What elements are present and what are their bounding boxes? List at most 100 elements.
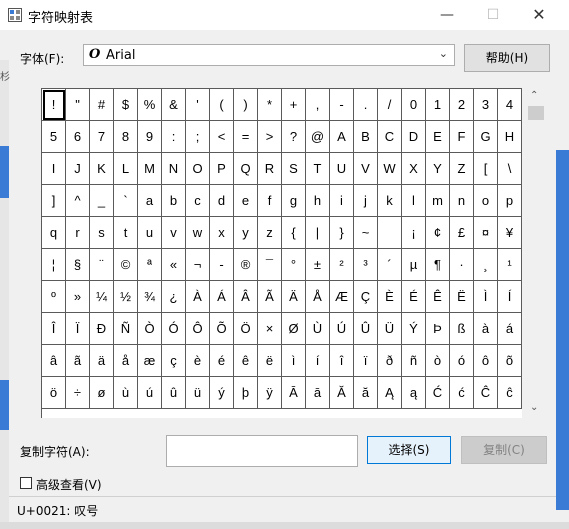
char-cell[interactable]: = (234, 121, 258, 153)
char-cell[interactable]: r (66, 217, 90, 249)
char-cell[interactable]: X (402, 153, 426, 185)
char-cell[interactable]: & (162, 89, 186, 121)
char-cell[interactable]: ? (282, 121, 306, 153)
char-cell[interactable]: " (66, 89, 90, 121)
char-cell[interactable]: â (42, 345, 66, 377)
char-cell[interactable]: ¹ (498, 249, 522, 281)
char-cell[interactable]: ³ (354, 249, 378, 281)
char-cell[interactable]: Ĉ (474, 377, 498, 409)
char-cell[interactable]: - (330, 89, 354, 121)
char-cell[interactable]: ¿ (162, 281, 186, 313)
char-cell[interactable] (378, 217, 402, 249)
char-cell[interactable]: © (114, 249, 138, 281)
char-cell[interactable]: Ü (378, 313, 402, 345)
char-cell[interactable]: w (186, 217, 210, 249)
select-button[interactable]: 选择(S) (367, 436, 451, 464)
char-cell[interactable]: v (162, 217, 186, 249)
char-cell[interactable]: { (282, 217, 306, 249)
char-cell[interactable]: Ò (138, 313, 162, 345)
char-cell[interactable]: k (378, 185, 402, 217)
char-cell[interactable]: ó (450, 345, 474, 377)
char-cell[interactable]: ð (378, 345, 402, 377)
char-cell[interactable]: ½ (114, 281, 138, 313)
grid-scrollbar[interactable]: ⌃ ⌄ (526, 88, 546, 418)
char-cell[interactable]: > (258, 121, 282, 153)
char-cell[interactable]: U (330, 153, 354, 185)
char-cell[interactable]: £ (450, 217, 474, 249)
char-cell[interactable]: ° (282, 249, 306, 281)
font-select[interactable]: O Arial ⌄ (83, 44, 455, 66)
char-cell[interactable]: ¥ (498, 217, 522, 249)
char-cell[interactable]: ÷ (66, 377, 90, 409)
char-cell[interactable]: ® (234, 249, 258, 281)
char-cell[interactable]: 4 (498, 89, 522, 121)
character-grid[interactable]: ! " # $% & '() * +, -./0 1 2 3 4 5 6 7 8 9:; < = >? @ A B C D E F G H… (41, 88, 522, 418)
char-cell[interactable]: y (234, 217, 258, 249)
char-cell[interactable]: Ą (378, 377, 402, 409)
char-cell[interactable]: j (354, 185, 378, 217)
char-cell[interactable]: Ä (282, 281, 306, 313)
char-cell[interactable]: Õ (210, 313, 234, 345)
char-cell[interactable]: : (162, 121, 186, 153)
char-cell[interactable]: µ (402, 249, 426, 281)
char-cell[interactable]: ö (42, 377, 66, 409)
char-cell[interactable]: ¾ (138, 281, 162, 313)
char-cell[interactable]: ă (354, 377, 378, 409)
char-cell[interactable]: á (498, 313, 522, 345)
char-cell[interactable]: ô (474, 345, 498, 377)
char-cell[interactable]: ñ (402, 345, 426, 377)
char-cell[interactable]: l (402, 185, 426, 217)
char-cell[interactable]: 0 (402, 89, 426, 121)
char-cell[interactable]: 6 (66, 121, 90, 153)
char-cell[interactable]: À (186, 281, 210, 313)
char-cell[interactable]: I (42, 153, 66, 185)
char-cell[interactable]: . (354, 89, 378, 121)
char-cell[interactable]: Ì (474, 281, 498, 313)
char-cell[interactable]: ß (450, 313, 474, 345)
char-cell[interactable]: Ý (402, 313, 426, 345)
char-cell[interactable]: 8 (114, 121, 138, 153)
char-cell[interactable]: ã (66, 345, 90, 377)
char-cell[interactable]: ý (210, 377, 234, 409)
char-cell[interactable]: E (426, 121, 450, 153)
char-cell[interactable]: ¼ (90, 281, 114, 313)
char-cell[interactable]: } (330, 217, 354, 249)
char-cell[interactable]: a (138, 185, 162, 217)
char-cell[interactable]: Í (498, 281, 522, 313)
char-cell[interactable]: _ (90, 185, 114, 217)
char-cell[interactable]: · (450, 249, 474, 281)
char-cell[interactable]: ü (186, 377, 210, 409)
char-cell[interactable]: Û (354, 313, 378, 345)
char-cell[interactable]: Î (42, 313, 66, 345)
close-button[interactable]: ✕ (520, 0, 558, 30)
char-cell[interactable]: b (162, 185, 186, 217)
char-cell[interactable]: ā (306, 377, 330, 409)
char-cell[interactable]: Ô (186, 313, 210, 345)
char-cell[interactable]: h (306, 185, 330, 217)
char-cell[interactable]: G (474, 121, 498, 153)
copy-chars-input[interactable] (166, 435, 358, 467)
char-cell[interactable]: s (90, 217, 114, 249)
char-cell[interactable]: | (306, 217, 330, 249)
char-cell[interactable]: 2 (450, 89, 474, 121)
char-cell[interactable]: « (162, 249, 186, 281)
char-cell[interactable]: $ (114, 89, 138, 121)
char-cell[interactable]: T (306, 153, 330, 185)
char-cell[interactable]: M (138, 153, 162, 185)
char-cell[interactable]: % (138, 89, 162, 121)
char-cell[interactable]: Ā (282, 377, 306, 409)
char-cell[interactable]: [ (474, 153, 498, 185)
char-cell[interactable]: Z (450, 153, 474, 185)
char-cell[interactable]: § (66, 249, 90, 281)
char-cell[interactable]: ¢ (426, 217, 450, 249)
char-cell[interactable]: Ë (450, 281, 474, 313)
char-cell[interactable]: e (234, 185, 258, 217)
char-cell[interactable]: Q (234, 153, 258, 185)
char-cell[interactable]: ± (306, 249, 330, 281)
char-cell[interactable]: Ø (282, 313, 306, 345)
char-cell[interactable]: z (258, 217, 282, 249)
char-cell[interactable]: < (210, 121, 234, 153)
char-cell[interactable]: ' (186, 89, 210, 121)
char-cell[interactable]: ¤ (474, 217, 498, 249)
char-cell[interactable]: ë (258, 345, 282, 377)
